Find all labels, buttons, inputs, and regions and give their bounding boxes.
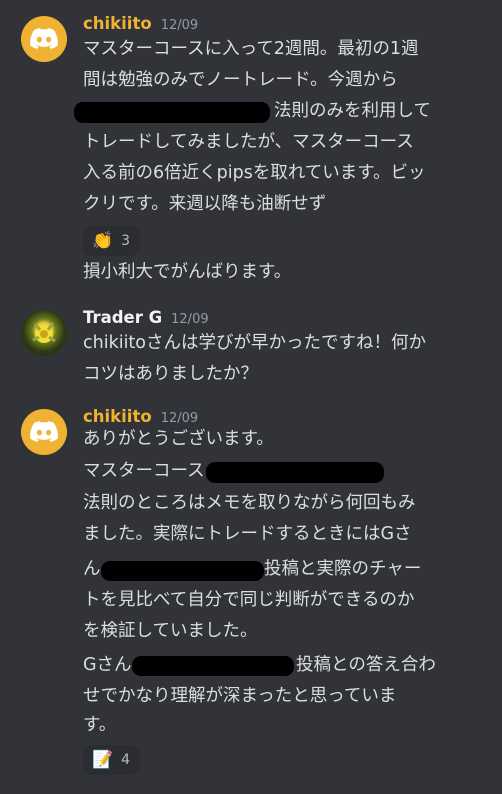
message-line: クリです。来週以降も油断せず xyxy=(83,194,327,214)
memo-icon: 📝 xyxy=(92,749,114,770)
message-line: マスターコースに入って2週間。最初の1週 xyxy=(83,39,419,59)
reaction-memo[interactable]: 📝 4 xyxy=(83,745,140,775)
redaction-bar xyxy=(74,102,270,123)
message-line: トを見比べて自分で同じ判断ができるのか xyxy=(83,590,415,610)
author-name[interactable]: chikiito xyxy=(83,407,152,426)
avatar-trader-g[interactable] xyxy=(21,310,67,356)
reaction-count: 4 xyxy=(121,752,131,768)
message-line: す。 xyxy=(83,715,117,735)
author-name[interactable]: Trader G xyxy=(83,308,162,327)
message-line: トレードしてみましたが、マスターコース xyxy=(83,132,414,152)
avatar-chikiito[interactable] xyxy=(21,409,67,455)
message-header: Trader G 12/09 xyxy=(83,308,209,327)
clapping-hands-icon: 👏 xyxy=(92,230,114,251)
timestamp: 12/09 xyxy=(171,312,209,327)
message-header: chikiito 12/09 xyxy=(83,14,198,33)
message-line: せでかなり理解が深まったと思っていま xyxy=(83,686,397,706)
redaction-bar xyxy=(101,561,264,581)
message-line: 法則のみを利用して xyxy=(274,101,431,121)
redaction-bar xyxy=(132,656,294,676)
trader-g-avatar xyxy=(32,322,56,343)
message-line: を検証していました。 xyxy=(83,621,258,641)
discord-logo-icon xyxy=(30,28,58,49)
timestamp: 12/09 xyxy=(160,411,199,426)
message-line: ありがとうございます。 xyxy=(83,429,274,449)
reaction-clap[interactable]: 👏 3 xyxy=(83,226,140,256)
reaction-count: 3 xyxy=(121,233,131,249)
discord-logo-icon xyxy=(30,421,58,442)
message-line: コツはありましたか？ xyxy=(83,364,258,384)
message-line: chikiitoさんは学びが早かったですね！何か xyxy=(83,333,427,353)
message-line: 投稿と実際のチャー xyxy=(264,559,422,579)
message-line: Gさん xyxy=(83,655,132,675)
message-line: 間は勉強のみでノートレード。今週から xyxy=(83,70,398,90)
message-line: 入る前の6倍近くpipsを取れています。ビッ xyxy=(83,163,426,183)
message-line: マスターコース xyxy=(83,461,205,481)
timestamp: 12/09 xyxy=(160,18,199,33)
message-line: ん xyxy=(83,559,101,579)
message-line: ました。実際にトレードするときにはGさ xyxy=(83,524,412,544)
message-line: 損小利大でがんばります。 xyxy=(83,262,292,282)
message-line: 投稿との答え合わ xyxy=(296,655,436,675)
author-name[interactable]: chikiito xyxy=(83,14,152,33)
message-header: chikiito 12/09 xyxy=(83,407,198,426)
redaction-bar xyxy=(206,462,384,483)
avatar-chikiito[interactable] xyxy=(21,16,67,62)
message-line: 法則のところはメモを取りながら何回もみ xyxy=(83,493,416,513)
